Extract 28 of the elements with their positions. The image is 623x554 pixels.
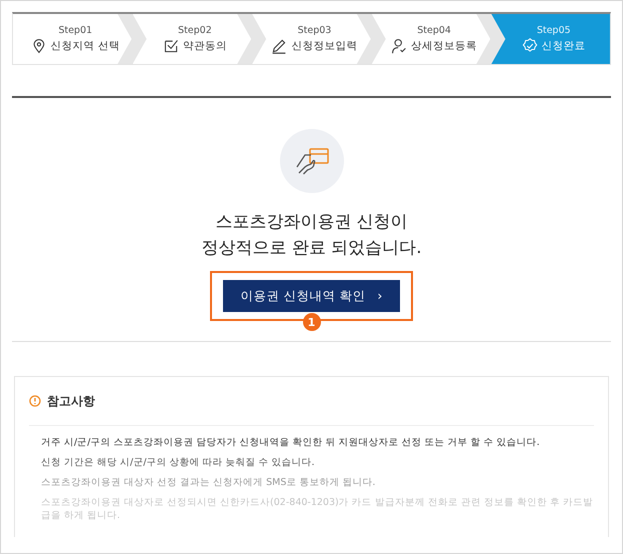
note-text: 신청 기간은 해당 시/군/구의 상황에 따라 늦춰질 수 있습니다. [41,456,316,469]
person-icon [391,38,408,54]
step-label: 신청정보입력 [291,38,358,52]
step-label: 신청완료 [542,38,586,52]
note-text: 거주 시/군/구의 스포츠강좌이용권 담당자가 신청내역을 확인한 뒤 지원대상자로 선정 또는 거부 할 수 있습니다. [41,436,541,449]
step-number: Step05 [536,24,571,36]
notes-title: 참고사항 [47,392,95,410]
step-tab[interactable]: Step03 신청정보입력 [252,14,371,64]
step-label: 신청지역 선택 [50,38,120,52]
view-application-button[interactable]: 이용권 신청내역 확인 › [222,280,400,312]
step-tab[interactable]: Step01 신청지역 선택 [13,14,132,64]
step-number: Step02 [178,24,212,36]
note-text: 스포츠강좌이용권 대상자 선정 결과는 신청자에게 SMS로 통보하게 됩니다. [41,476,376,489]
alert-icon [29,395,41,407]
pin-icon [30,38,47,54]
step-number: Step04 [417,24,451,36]
pencil-icon [271,38,288,54]
step-number: Step01 [58,24,92,36]
hand-card-icon [280,129,344,193]
step-label: 상세정보등록 [411,38,478,52]
step-tab[interactable]: Step04 상세정보등록 [372,14,490,64]
step-label: 약관동의 [182,38,227,52]
note-text: 스포츠강좌이용권 대상자로 선정되시면 신한카드사(02-840-1203)가 카드 발급자분께 전화로 관련 정보를 확인한 후 카드발급을 하게 됩니다. [41,496,594,522]
step-number: Step03 [298,24,332,36]
step-badge: 1 [302,313,320,331]
checkbox-icon [162,38,179,54]
step-tab[interactable]: Step02 약관동의 [132,14,252,64]
completion-message: 스포츠강좌이용권 신청이 정상적으로 완료 되었습니다. [201,211,422,260]
